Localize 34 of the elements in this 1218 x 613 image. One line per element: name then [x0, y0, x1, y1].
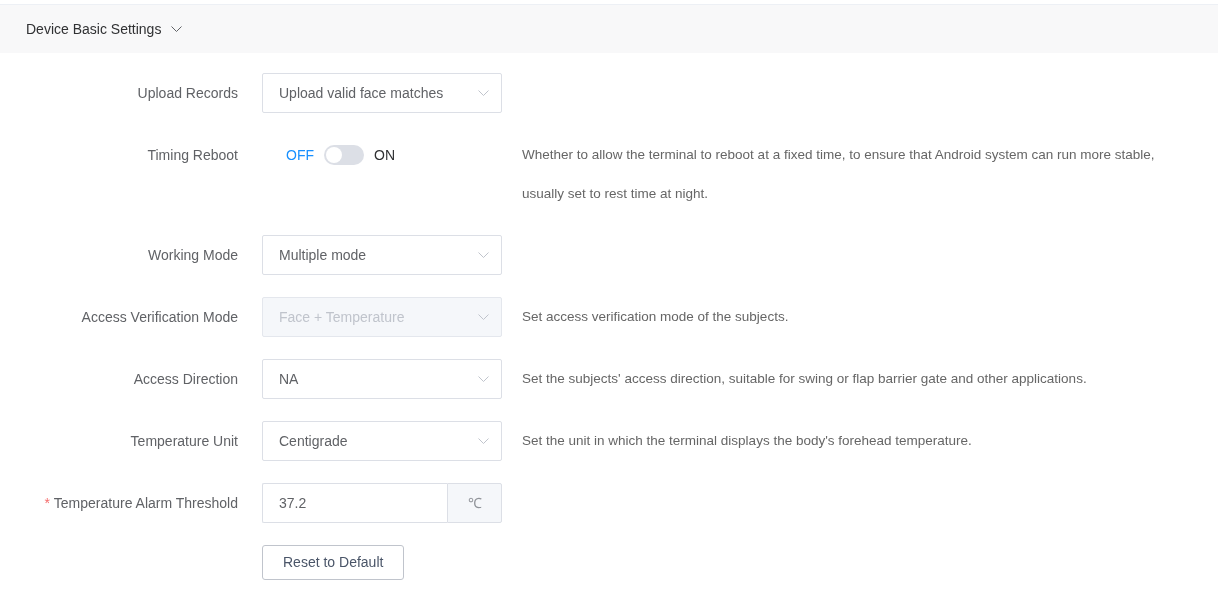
- select-value: Upload valid face matches: [279, 83, 444, 103]
- help-text: Set the subjects' access direction, suitable for swing or flap barrier gate and other applications.: [522, 370, 1088, 388]
- select-field[interactable]: Centigrade: [262, 421, 502, 461]
- field-label: Access Direction: [133, 369, 238, 389]
- select-field[interactable]: Multiple mode: [262, 235, 502, 275]
- number-input-field[interactable]: 37.2: [262, 483, 447, 523]
- reset-button[interactable]: Reset to Default: [262, 545, 405, 580]
- select-value: Multiple mode: [279, 245, 367, 265]
- chevron-down-icon: [171, 25, 183, 33]
- select-field[interactable]: NA: [262, 359, 502, 399]
- section-title: Device Basic Settings: [26, 19, 162, 39]
- chevron-down-icon: [478, 375, 489, 383]
- help-text: Whether to allow the terminal to reboot at a fixed time, to ensure that Android system can run more stable, usually set to rest time at night.: [522, 146, 1156, 203]
- select-field[interactable]: Upload valid face matches: [262, 73, 502, 113]
- field-label: Temperature Unit: [130, 431, 238, 451]
- chevron-down-icon: [478, 251, 489, 259]
- help-text: Set access verification mode of the subjects.: [522, 308, 790, 326]
- switch-off-label: OFF: [286, 145, 314, 165]
- chevron-down-icon: [478, 313, 489, 321]
- chevron-down-icon: [478, 89, 489, 97]
- chevron-down-icon: [478, 437, 489, 445]
- required-asterisk: *: [44, 493, 50, 513]
- toggle-switch[interactable]: [324, 145, 364, 165]
- select-value: NA: [279, 369, 299, 389]
- field-label: Temperature Alarm Threshold: [53, 493, 238, 513]
- switch-on-label: ON: [374, 145, 395, 165]
- field-label: Working Mode: [148, 245, 238, 265]
- unit-suffix: ℃: [447, 483, 502, 523]
- field-label: Upload Records: [137, 83, 238, 103]
- field-label: Access Verification Mode: [81, 307, 238, 327]
- section-header[interactable]: Device Basic Settings: [0, 4, 1218, 53]
- field-label: Timing Reboot: [147, 145, 238, 165]
- select-value: Centigrade: [279, 431, 348, 451]
- help-text: Set the unit in which the terminal displays the body's forehead temperature.: [522, 432, 973, 450]
